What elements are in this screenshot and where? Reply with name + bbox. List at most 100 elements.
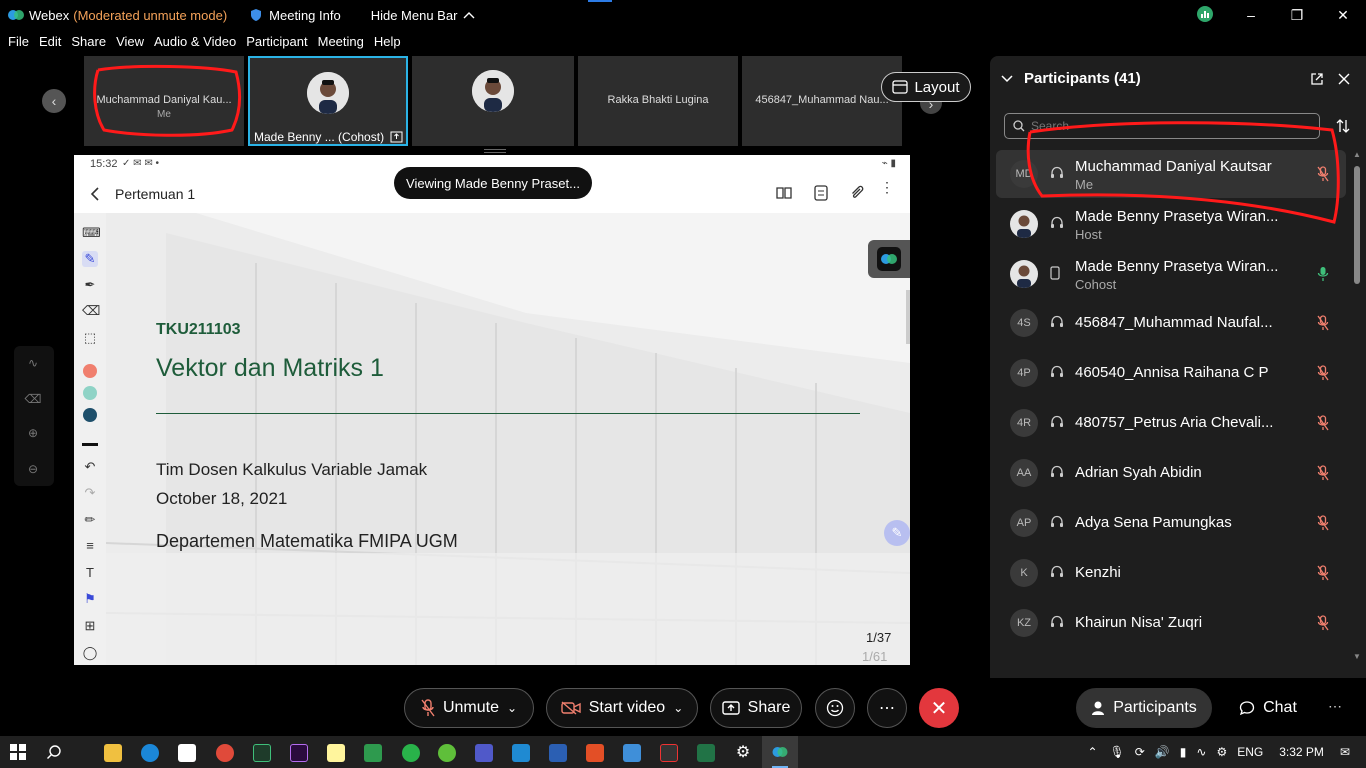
vscode-icon[interactable] bbox=[512, 744, 530, 762]
restore-button[interactable]: ❐ bbox=[1274, 7, 1320, 24]
insert-icon[interactable]: ⊞ bbox=[82, 618, 98, 634]
wifi-icon[interactable]: ∿ bbox=[1196, 745, 1206, 759]
menu-meeting[interactable]: Meeting bbox=[318, 34, 364, 54]
undo-icon[interactable]: ↶ bbox=[82, 459, 98, 475]
scroll-up-icon[interactable]: ▲ bbox=[1353, 150, 1361, 159]
participant-row[interactable]: 4S 456847_Muhammad Naufal... bbox=[996, 299, 1346, 347]
share-button[interactable]: Share bbox=[710, 688, 802, 728]
resize-handle[interactable] bbox=[484, 149, 506, 153]
stats-icon[interactable] bbox=[1182, 5, 1228, 25]
participants-scrollbar[interactable]: ▲ ▼ bbox=[1352, 150, 1362, 664]
participant-row[interactable]: 4R 480757_Petrus Aria Chevali... bbox=[996, 399, 1346, 447]
settings-gear-icon[interactable]: ⚙ bbox=[734, 744, 752, 762]
menu-audio-video[interactable]: Audio & Video bbox=[154, 34, 236, 54]
participant-row[interactable]: KZ Khairun Nisa' Zuqri bbox=[996, 599, 1346, 647]
menu-help[interactable]: Help bbox=[374, 34, 401, 54]
share-scrollbar[interactable] bbox=[906, 290, 910, 344]
network-icon[interactable]: ⚙ bbox=[1216, 745, 1227, 759]
excel-icon[interactable] bbox=[697, 744, 715, 762]
app-icon[interactable] bbox=[364, 744, 382, 762]
participant-row[interactable]: AP Adya Sena Pamungkas bbox=[996, 499, 1346, 547]
mic-active-icon[interactable] bbox=[1316, 266, 1330, 282]
webex-floating-button[interactable] bbox=[868, 240, 910, 278]
pen-settings-icon[interactable]: ✏ bbox=[82, 512, 98, 528]
battery-icon[interactable]: ▮ bbox=[1180, 745, 1187, 759]
mic-muted-icon[interactable] bbox=[1316, 515, 1330, 531]
mic-muted-icon[interactable] bbox=[1316, 565, 1330, 581]
mic-muted-icon[interactable] bbox=[1316, 315, 1330, 331]
trash-icon[interactable]: ⌫ bbox=[24, 392, 42, 410]
menu-file[interactable]: File bbox=[8, 34, 29, 54]
start-video-button[interactable]: Start video ⌄ bbox=[546, 688, 698, 728]
participant-row[interactable]: K Kenzhi bbox=[996, 549, 1346, 597]
menu-share[interactable]: Share bbox=[71, 34, 106, 54]
color-red-swatch[interactable] bbox=[83, 364, 97, 378]
participant-row[interactable]: Made Benny Prasetya Wiran... Cohost bbox=[996, 250, 1346, 298]
powerpoint-icon[interactable] bbox=[586, 744, 604, 762]
participants-button[interactable]: Participants bbox=[1076, 688, 1212, 728]
pen-icon[interactable]: ✎ bbox=[82, 251, 98, 267]
zoom-in-icon[interactable]: ⊕ bbox=[24, 426, 42, 444]
chevron-down-icon[interactable] bbox=[1000, 74, 1014, 84]
strip-prev-button[interactable]: ‹ bbox=[42, 89, 66, 113]
search-icon[interactable] bbox=[46, 744, 62, 760]
more-panels-icon[interactable]: ⋯ bbox=[1328, 698, 1342, 715]
highlighter-icon[interactable]: ✒ bbox=[82, 277, 98, 293]
meeting-info-button[interactable]: Meeting Info bbox=[249, 8, 341, 23]
microphone-icon[interactable]: 🎙 bbox=[1110, 745, 1125, 759]
menu-edit[interactable]: Edit bbox=[39, 34, 61, 54]
selection-icon[interactable]: ⬚ bbox=[82, 330, 98, 346]
chrome-icon[interactable] bbox=[216, 744, 234, 762]
participant-row[interactable]: AA Adrian Syah Abidin bbox=[996, 449, 1346, 497]
scroll-down-icon[interactable]: ▼ bbox=[1353, 652, 1361, 661]
video-tile-cohost[interactable]: Made Benny ... (Cohost) bbox=[248, 56, 408, 146]
video-tile-participant[interactable]: Rakka Bhakti Lugina bbox=[578, 56, 738, 146]
reactions-button[interactable] bbox=[815, 688, 855, 728]
zoom-out-icon[interactable]: ⊖ bbox=[24, 462, 42, 480]
shapes-icon[interactable]: ◯ bbox=[82, 645, 98, 661]
menu-view[interactable]: View bbox=[116, 34, 144, 54]
lasso-icon[interactable]: ⚑ bbox=[82, 591, 98, 607]
clock[interactable]: 3:32 PM bbox=[1279, 745, 1324, 759]
unmute-button[interactable]: Unmute ⌄ bbox=[404, 688, 534, 728]
mic-muted-icon[interactable] bbox=[1316, 465, 1330, 481]
participant-row[interactable]: 4P 460540_Annisa Raihana C P bbox=[996, 349, 1346, 397]
popout-icon[interactable] bbox=[1310, 72, 1324, 86]
store-icon[interactable] bbox=[178, 744, 196, 762]
premiere-icon[interactable] bbox=[290, 744, 308, 762]
photos-icon[interactable] bbox=[623, 744, 641, 762]
mail-icon[interactable] bbox=[549, 744, 567, 762]
line-icon[interactable] bbox=[402, 744, 420, 762]
hide-menu-bar-button[interactable]: Hide Menu Bar bbox=[371, 8, 476, 23]
mic-muted-icon[interactable] bbox=[1316, 615, 1330, 631]
more-options-button[interactable]: ⋯ bbox=[867, 688, 907, 728]
chevron-up-icon[interactable]: ⌃ bbox=[1087, 745, 1097, 759]
edge-icon[interactable] bbox=[141, 744, 159, 762]
webex-taskbar-button[interactable] bbox=[762, 736, 798, 768]
more-vertical-icon[interactable]: ⋮ bbox=[880, 180, 894, 194]
notes-icon[interactable] bbox=[814, 185, 828, 201]
back-arrow-icon[interactable] bbox=[90, 186, 100, 202]
close-window-button[interactable]: ✕ bbox=[1320, 7, 1366, 24]
leave-meeting-button[interactable]: ✕ bbox=[919, 688, 959, 728]
eraser-icon[interactable]: ⌫ bbox=[82, 303, 100, 319]
text-format-icon[interactable]: ≡ bbox=[82, 538, 98, 554]
stroke-width-icon[interactable] bbox=[82, 443, 98, 446]
windows-start-icon[interactable] bbox=[10, 744, 26, 760]
redo-icon[interactable]: ↷ bbox=[82, 485, 98, 501]
text-tool-icon[interactable]: T bbox=[82, 565, 98, 581]
app-icon[interactable] bbox=[438, 744, 456, 762]
notification-icon[interactable]: ✉ bbox=[1340, 745, 1350, 759]
volume-icon[interactable]: 🔊 bbox=[1155, 745, 1170, 759]
mic-muted-icon[interactable] bbox=[1316, 365, 1330, 381]
video-tile-participant[interactable]: 456847_Muhammad Nau... bbox=[742, 56, 902, 146]
minimize-button[interactable]: – bbox=[1228, 7, 1274, 23]
scroll-thumb[interactable] bbox=[1354, 166, 1360, 284]
layout-button[interactable]: Layout bbox=[881, 72, 971, 102]
audition-icon[interactable] bbox=[253, 744, 271, 762]
pen-floating-icon[interactable]: ✎ bbox=[884, 520, 910, 546]
app-icon[interactable] bbox=[660, 744, 678, 762]
book-icon[interactable] bbox=[776, 186, 792, 200]
close-panel-icon[interactable] bbox=[1338, 73, 1350, 85]
chat-button[interactable]: Chat bbox=[1226, 688, 1310, 728]
